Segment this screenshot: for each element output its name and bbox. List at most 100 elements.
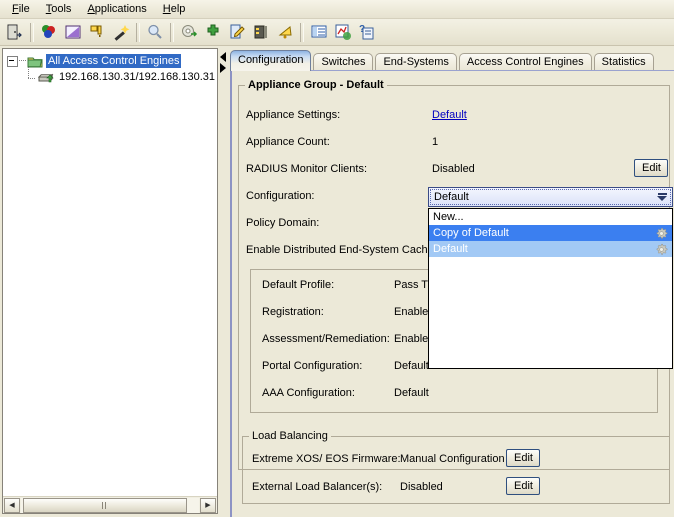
configuration-label: Configuration: (246, 190, 315, 202)
default-profile-label: Default Profile: (262, 279, 334, 291)
alarm-icon[interactable] (85, 21, 108, 44)
list-view-icon[interactable] (307, 21, 330, 44)
tab-switches-label: Switches (321, 56, 365, 68)
folder-icon (27, 55, 43, 68)
scroll-thumb[interactable] (23, 498, 187, 513)
dropdown-item-new[interactable]: New... (429, 209, 672, 225)
xos-eos-firmware-value: Manual Configuration (400, 453, 505, 465)
edit-document-icon[interactable] (225, 21, 248, 44)
chart-report-icon[interactable] (331, 21, 354, 44)
tab-statistics-label: Statistics (602, 56, 646, 68)
exit-icon[interactable] (3, 21, 26, 44)
registration-label: Registration: (262, 306, 324, 318)
add-plugin-icon[interactable] (201, 21, 224, 44)
load-balancing-title: Load Balancing (249, 430, 331, 442)
dropdown-item-copy-of-default-label: Copy of Default (433, 225, 509, 241)
menu-help-rest: elp (171, 3, 186, 15)
split-pane-divider[interactable] (219, 48, 228, 514)
gear-icon (655, 243, 668, 256)
appliance-count-label: Appliance Count: (246, 136, 330, 148)
external-load-balancer-label: External Load Balancer(s): (252, 481, 382, 493)
chevron-down-icon[interactable] (654, 190, 670, 204)
tab-end-systems-label: End-Systems (383, 56, 448, 68)
menu-tools-rest: ools (51, 3, 71, 15)
dropdown-item-new-label: New... (433, 209, 464, 225)
enable-distributed-cache-label: Enable Distributed End-System Cache: (246, 244, 437, 256)
appliance-settings-value-link[interactable]: Default (432, 109, 467, 121)
appliance-settings-label: Appliance Settings: (246, 109, 340, 121)
menu-tools[interactable]: Tools (38, 1, 80, 17)
tab-access-control-engines-label: Access Control Engines (467, 56, 584, 68)
tab-statistics[interactable]: Statistics (594, 53, 654, 71)
tab-configuration[interactable]: Configuration (230, 50, 311, 71)
tree-horizontal-scrollbar[interactable]: ◀ ▶ (3, 496, 217, 513)
radius-monitor-clients-value: Disabled (432, 163, 475, 175)
scroll-left-arrow-icon[interactable]: ◀ (4, 498, 20, 513)
tab-strip: Configuration Switches End-Systems Acces… (230, 50, 674, 71)
inventory-icon[interactable] (249, 21, 272, 44)
application-window: File Tools Applications Help (0, 0, 674, 517)
toolbar-separator-1 (30, 23, 34, 42)
menu-help[interactable]: Help (155, 1, 194, 17)
load-balancing-box: Load Balancing (242, 436, 670, 504)
xos-eos-firmware-edit-button[interactable]: Edit (506, 449, 540, 467)
right-panel: Configuration Switches End-Systems Acces… (230, 50, 674, 517)
tree-expander-icon[interactable] (7, 56, 18, 67)
appliance-icon (38, 71, 54, 84)
dropdown-item-copy-of-default[interactable]: Copy of Default (429, 225, 672, 241)
dropdown-item-default-label: Default (433, 241, 468, 257)
settings-gear-icon[interactable] (177, 21, 200, 44)
appliance-count-value: 1 (432, 136, 438, 148)
bell-alarm-icon[interactable] (273, 21, 296, 44)
aaa-configuration-label: AAA Configuration: (262, 387, 355, 399)
wizard-wand-icon[interactable] (109, 21, 132, 44)
external-load-balancer-edit-button[interactable]: Edit (506, 477, 540, 495)
tab-access-control-engines[interactable]: Access Control Engines (459, 53, 592, 71)
policy-icon[interactable] (61, 21, 84, 44)
tree-child-label: 192.168.130.31/192.168.130.31 (57, 70, 217, 84)
toolbar-separator-3 (170, 23, 174, 42)
svg-text:?: ? (359, 24, 365, 35)
tree-elbow (25, 71, 37, 83)
external-load-balancer-value: Disabled (400, 481, 443, 493)
menu-applications[interactable]: Applications (79, 1, 154, 17)
dropdown-item-default[interactable]: Default (429, 241, 672, 257)
policy-domain-label: Policy Domain: (246, 217, 319, 229)
gear-icon (655, 227, 668, 240)
assessment-remediation-label: Assessment/Remediation: (262, 333, 390, 345)
tree-root-label: All Access Control Engines (46, 54, 181, 68)
aaa-configuration-value: Default (394, 387, 429, 399)
appliance-group-title: Appliance Group - Default (245, 79, 387, 91)
radius-monitor-clients-edit-button[interactable]: Edit (634, 159, 668, 177)
menu-applications-rest: pplications (95, 3, 147, 15)
network-devices-icon[interactable] (37, 21, 60, 44)
tree-panel: All Access Control Engines 192.168.130.3… (2, 48, 218, 514)
portal-configuration-value: Default (394, 360, 429, 372)
tree-connector (19, 60, 26, 62)
tab-content-configuration: Appliance Group - Default Appliance Sett… (230, 70, 674, 517)
tab-end-systems[interactable]: End-Systems (375, 53, 456, 71)
scroll-thumb-grip (102, 502, 108, 509)
xos-eos-firmware-label: Extreme XOS/ EOS Firmware: (252, 453, 401, 465)
configuration-combobox[interactable]: Default (428, 187, 673, 207)
help-icon[interactable]: ? (355, 21, 378, 44)
menu-file-rest: ile (19, 3, 30, 15)
collapse-right-arrow-icon[interactable] (220, 63, 226, 73)
tree-node-all-access-control-engines[interactable]: All Access Control Engines (3, 53, 217, 69)
scroll-right-arrow-icon[interactable]: ▶ (200, 498, 216, 513)
search-icon[interactable] (143, 21, 166, 44)
tab-configuration-label: Configuration (238, 54, 303, 66)
menu-bar: File Tools Applications Help (0, 0, 674, 19)
collapse-left-arrow-icon[interactable] (220, 52, 226, 62)
configuration-combobox-value: Default (431, 191, 654, 203)
configuration-combobox-inner: Default (430, 189, 671, 205)
tree-body: All Access Control Engines 192.168.130.3… (3, 49, 217, 495)
tab-switches[interactable]: Switches (313, 53, 373, 71)
configuration-dropdown-popup[interactable]: New... Copy of Default Default (428, 208, 673, 369)
menu-file[interactable]: File (4, 1, 38, 17)
portal-configuration-label: Portal Configuration: (262, 360, 362, 372)
scroll-track[interactable] (21, 498, 199, 513)
toolbar: ? (0, 19, 674, 46)
toolbar-separator-2 (136, 23, 140, 42)
tree-node-engine[interactable]: 192.168.130.31/192.168.130.31 (3, 69, 217, 85)
